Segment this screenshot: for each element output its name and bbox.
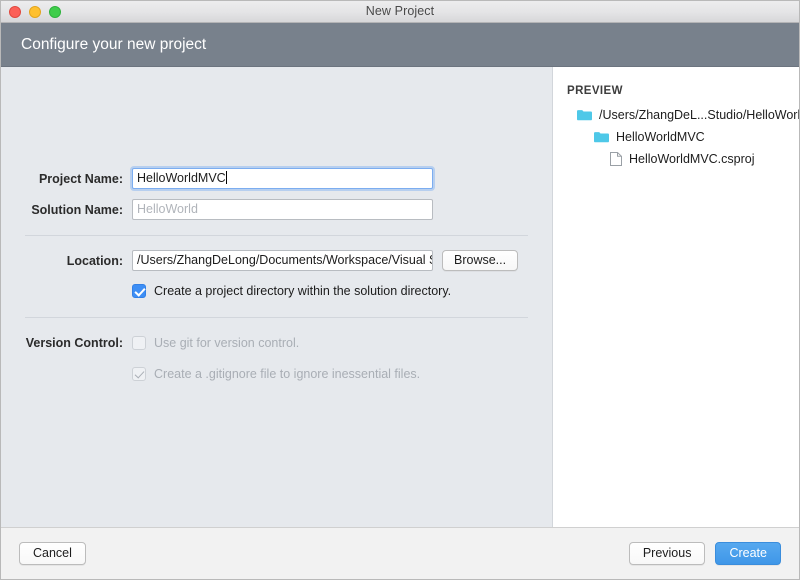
preview-heading: PREVIEW xyxy=(567,85,623,97)
project-name-value: HelloWorldMVC xyxy=(137,171,226,185)
location-row: Location: /Users/ZhangDeLong/Documents/W… xyxy=(1,250,552,271)
dialog-body: Project Name: HelloWorldMVC Solution Nam… xyxy=(1,67,799,527)
preview-tree-label: HelloWorldMVC xyxy=(616,130,705,144)
project-name-label: Project Name: xyxy=(38,171,123,186)
window-titlebar: New Project xyxy=(1,1,799,23)
location-label: Location: xyxy=(66,253,123,268)
preview-tree-label: /Users/ZhangDeL...Studio/HelloWorld xyxy=(599,108,800,122)
gitignore-label: Create a .gitignore file to ignore iness… xyxy=(154,367,421,381)
dialog-footer: Cancel Previous Create xyxy=(1,527,799,579)
preview-tree-item-csproj-file: HelloWorldMVC.csproj xyxy=(567,152,799,166)
folder-icon xyxy=(577,109,592,121)
previous-button[interactable]: Previous xyxy=(628,542,706,565)
version-control-label: Version Control: xyxy=(25,336,123,350)
use-git-label: Use git for version control. xyxy=(154,336,300,350)
preview-tree-label: HelloWorldMVC.csproj xyxy=(629,152,755,166)
create-project-directory-label: Create a project directory within the so… xyxy=(154,284,452,298)
solution-name-label: Solution Name: xyxy=(31,202,123,217)
folder-icon xyxy=(594,131,609,143)
preview-pane: PREVIEW /Users/ZhangDeL...Studio/HelloWo… xyxy=(553,67,800,527)
solution-name-row: Solution Name: HelloWorld xyxy=(1,199,552,220)
solution-name-input[interactable]: HelloWorld xyxy=(132,199,433,220)
cancel-button[interactable]: Cancel xyxy=(19,542,86,565)
project-name-row: Project Name: HelloWorldMVC xyxy=(1,168,552,189)
use-git-checkbox xyxy=(132,336,146,350)
create-project-directory-row[interactable]: Create a project directory within the so… xyxy=(1,284,552,298)
file-icon xyxy=(610,152,622,166)
footer-right-buttons: Previous Create xyxy=(628,542,781,565)
create-button[interactable]: Create xyxy=(715,542,781,565)
preview-tree-item-project-folder: HelloWorldMVC xyxy=(567,130,799,144)
use-git-row: Version Control: Use git for version con… xyxy=(1,336,552,350)
create-project-directory-checkbox[interactable] xyxy=(132,284,146,298)
form-divider-bottom xyxy=(25,317,528,318)
gitignore-checkbox xyxy=(132,367,146,381)
configuration-form-pane: Project Name: HelloWorldMVC Solution Nam… xyxy=(1,67,553,527)
page-title: Configure your new project xyxy=(21,35,207,53)
form-divider-top xyxy=(25,235,528,236)
text-cursor xyxy=(225,171,227,184)
project-name-input[interactable]: HelloWorldMVC xyxy=(132,168,433,189)
gitignore-row: Create a .gitignore file to ignore iness… xyxy=(1,367,552,381)
preview-tree-item-root: /Users/ZhangDeL...Studio/HelloWorld xyxy=(567,108,800,122)
location-input[interactable]: /Users/ZhangDeLong/Documents/Workspace/V… xyxy=(132,250,433,271)
new-project-dialog-window: New Project Configure your new project P… xyxy=(0,0,800,580)
window-title: New Project xyxy=(365,4,435,18)
browse-button[interactable]: Browse... xyxy=(442,250,519,271)
dialog-header: Configure your new project xyxy=(1,23,799,67)
